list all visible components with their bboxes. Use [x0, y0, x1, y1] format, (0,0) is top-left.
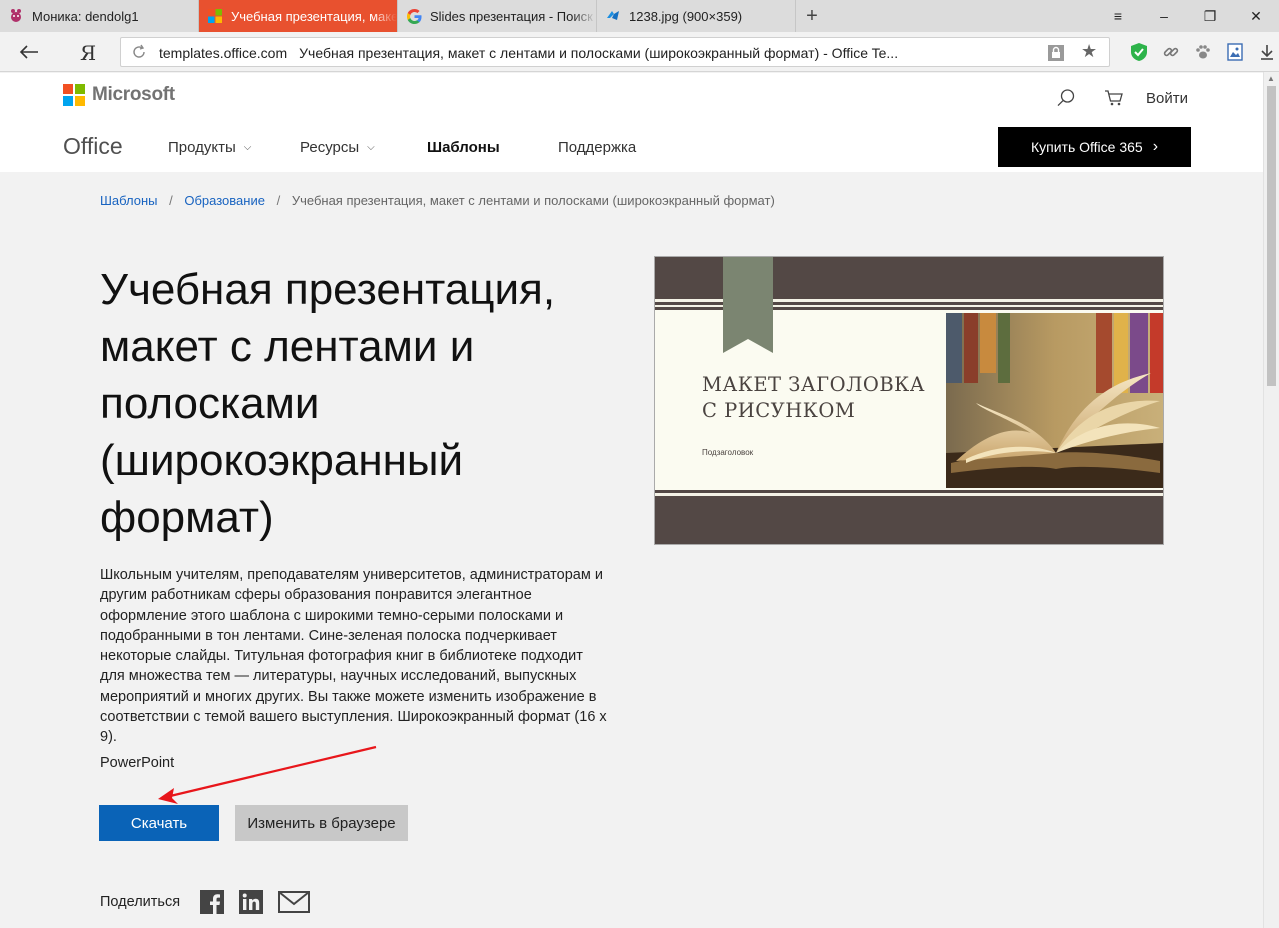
breadcrumb-separator: / [169, 193, 173, 208]
nav-label: Ресурсы [300, 139, 360, 156]
main-nav: Продукты ⌵ Ресурсы ⌵ Шаблоны Поддержка [168, 139, 636, 156]
nav-label: Продукты [168, 139, 236, 156]
tab-label: 1238.jpg (900×359) [629, 8, 743, 24]
tab-label: Slides презентация - Поиск [430, 8, 593, 24]
shield-icon[interactable] [1128, 41, 1150, 63]
image-favicon-icon [605, 8, 621, 24]
url-host: templates.office.com [159, 45, 288, 61]
tab-office-template[interactable]: Учебная презентация, макет [199, 0, 398, 32]
chain-link-icon[interactable] [1160, 41, 1182, 63]
page-scrollbar[interactable]: ▲ [1263, 72, 1279, 928]
nav-products[interactable]: Продукты ⌵ [168, 139, 300, 156]
tab-monika[interactable]: Моника: dendolg1 [0, 0, 199, 32]
linkedin-icon[interactable] [239, 890, 264, 914]
address-bar: Я templates.office.com Учебная презентаци… [0, 32, 1279, 72]
reload-icon [133, 44, 145, 58]
nav-support[interactable]: Поддержка [558, 139, 636, 156]
breadcrumb: Шаблоны / Образование / Учебная презента… [100, 193, 775, 208]
slide-title: МАКЕТ ЗАГОЛОВКА С РИСУНКОМ [702, 372, 925, 424]
bookmark-star-icon[interactable]: ★ [1081, 41, 1097, 62]
edit-in-browser-button[interactable]: Изменить в браузере [235, 805, 408, 841]
search-icon[interactable] [1056, 88, 1076, 113]
share-label: Поделиться [100, 894, 181, 910]
google-favicon-icon [406, 8, 422, 24]
page-title: Учебная презентация, макет с лентами и п… [100, 265, 556, 542]
download-icon[interactable] [1256, 41, 1278, 63]
tab-image[interactable]: 1238.jpg (900×359) [597, 0, 796, 32]
paw-icon[interactable] [1192, 41, 1214, 63]
new-tab-button[interactable]: + [796, 0, 828, 32]
breadcrumb-templates[interactable]: Шаблоны [100, 193, 158, 208]
breadcrumb-education[interactable]: Образование [184, 193, 265, 208]
buy-button-label: Купить Office 365 [1030, 139, 1143, 155]
restore-button[interactable]: ❐ [1187, 0, 1233, 32]
lock-icon [1048, 45, 1064, 61]
share-section: Поделиться [100, 890, 325, 914]
url-page-title: Учебная презентация, макет с лентами и п… [299, 45, 899, 61]
browser-tab-bar: Моника: dendolg1 Учебная презентация, ма… [0, 0, 1279, 32]
nav-resources[interactable]: Ресурсы ⌵ [300, 139, 427, 156]
office-brand-link[interactable]: Office [63, 133, 123, 160]
download-button[interactable]: Скачать [99, 805, 219, 841]
office-favicon-icon [207, 8, 223, 24]
facebook-icon[interactable] [200, 890, 225, 914]
ribbon-bookmark-icon [723, 257, 773, 353]
chevron-right-icon: › [1152, 138, 1159, 155]
nav-templates[interactable]: Шаблоны [427, 139, 558, 156]
buy-office-button[interactable]: Купить Office 365 › [998, 127, 1191, 167]
extensions-bar [1128, 41, 1278, 63]
monika-favicon-icon [8, 8, 24, 24]
slide-title-line: МАКЕТ ЗАГОЛОВКА [702, 373, 926, 396]
open-book-photo [946, 313, 1163, 488]
chevron-down-icon: ⌵ [367, 142, 375, 153]
nav-label: Поддержка [558, 139, 637, 156]
breadcrumb-current: Учебная презентация, макет с лентами и п… [291, 193, 775, 208]
back-arrow-icon [19, 45, 38, 59]
scrollbar-thumb[interactable] [1267, 86, 1276, 386]
nav-label: Шаблоны [427, 139, 500, 156]
minimize-button[interactable]: – [1141, 0, 1187, 32]
url-text[interactable]: templates.office.com Учебная презентация,… [159, 45, 1039, 61]
template-description: Школьным учителям, преподавателям универ… [100, 567, 607, 746]
annotation-arrow-icon [158, 745, 377, 804]
tab-google-search[interactable]: Slides презентация - Поиск [398, 0, 597, 32]
email-icon[interactable] [278, 891, 311, 913]
scroll-up-icon[interactable]: ▲ [1267, 74, 1275, 83]
url-field[interactable]: templates.office.com Учебная презентация,… [120, 37, 1110, 67]
template-preview-image[interactable]: МАКЕТ ЗАГОЛОВКА С РИСУНКОМ Подзаголовок [654, 256, 1164, 545]
back-button[interactable] [14, 40, 44, 64]
sign-in-link[interactable]: Войти [1146, 90, 1188, 107]
tab-label: Моника: dendolg1 [32, 8, 139, 24]
slide-title-line: С РИСУНКОМ [702, 399, 856, 422]
window-controls: ≡ – ❐ ✕ [1095, 0, 1279, 32]
chevron-down-icon: ⌵ [243, 142, 252, 153]
breadcrumb-separator: / [276, 193, 281, 208]
browser-menu-button[interactable]: ≡ [1095, 0, 1141, 32]
picture-icon[interactable] [1224, 41, 1246, 63]
close-button[interactable]: ✕ [1233, 0, 1279, 32]
cart-icon[interactable] [1104, 89, 1124, 112]
yandex-button[interactable]: Я [80, 41, 96, 65]
microsoft-logo-text: Microsoft [92, 84, 175, 105]
microsoft-logo[interactable]: Microsoft [63, 84, 175, 106]
site-header: Microsoft Войти Office Продукты ⌵ Ресурсы… [0, 73, 1263, 172]
slide-subtitle: Подзаголовок [702, 448, 754, 457]
microsoft-squares-icon [63, 84, 85, 106]
